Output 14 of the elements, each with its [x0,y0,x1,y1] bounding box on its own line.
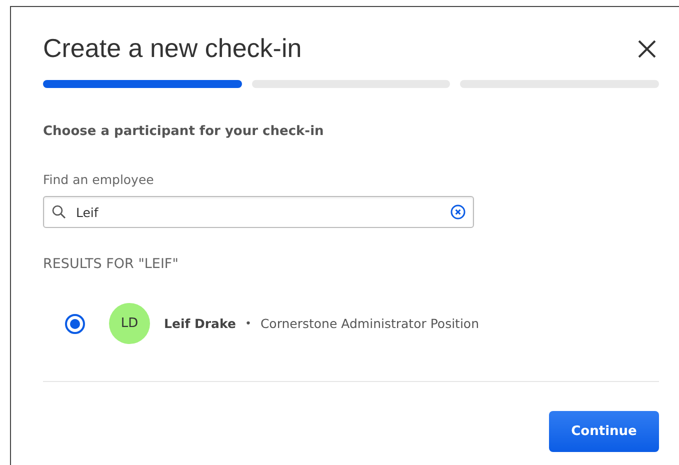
radio-button[interactable] [65,314,85,334]
prompt-text: Choose a participant for your check-in [43,124,325,139]
field-label: Find an employee [43,172,155,187]
employee-name: Leif Drake [164,316,236,331]
dialog-title: Create a new check-in [43,33,302,64]
results-heading: RESULTS FOR "LEIF" [43,256,180,272]
search-field[interactable]: Leif [43,196,474,228]
close-icon [637,38,657,58]
search-icon [52,205,66,219]
avatar: LD [109,303,150,344]
employee-position: Cornerstone Administrator Position [260,316,480,331]
separator-dot: • [244,317,252,330]
clear-icon[interactable] [450,204,466,220]
continue-button[interactable]: Continue [549,411,659,452]
